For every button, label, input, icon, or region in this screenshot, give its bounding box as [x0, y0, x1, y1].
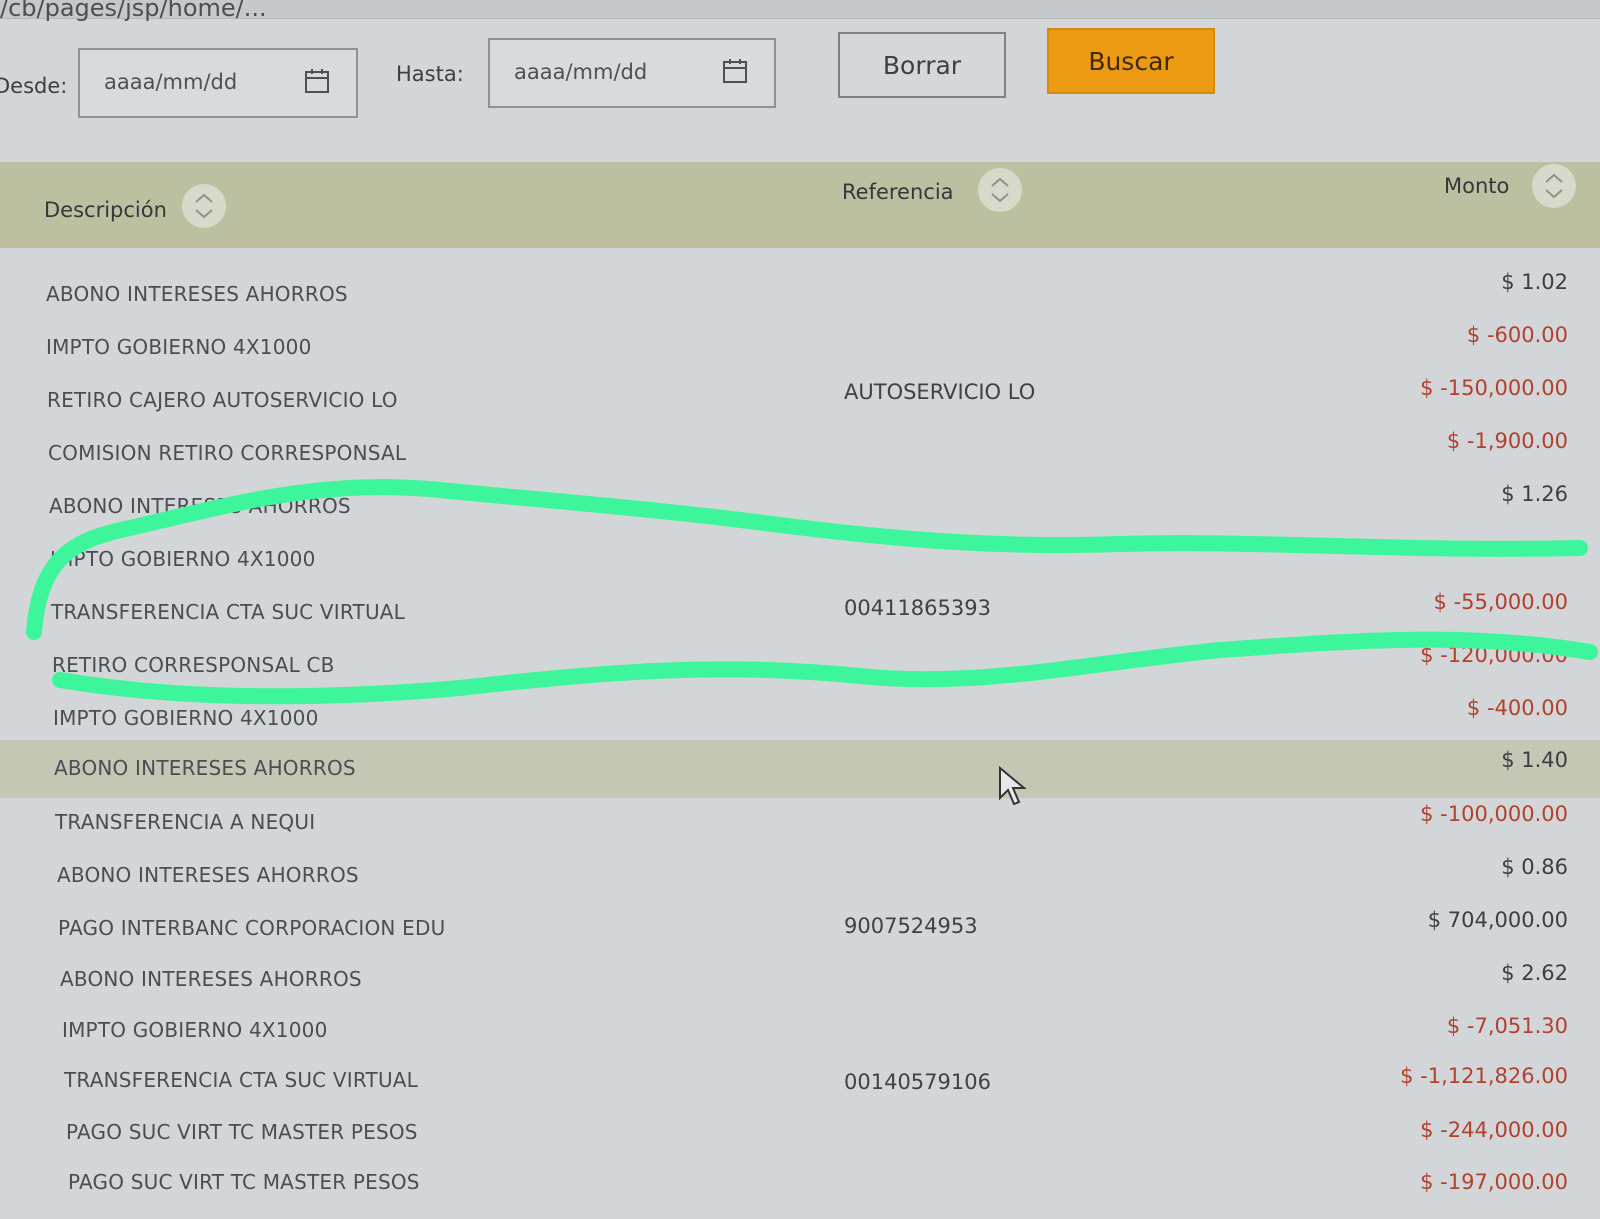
row-monto: $ -197,000.00	[1420, 1170, 1568, 1194]
row-descripcion: ABONO INTERESES AHORROS	[49, 494, 351, 518]
table-row[interactable]: ABONO INTERESES AHORROS $ 1.26	[0, 482, 1600, 535]
row-referencia: 00411865393	[844, 596, 991, 620]
header-descripcion[interactable]: Descripción	[44, 198, 167, 222]
hasta-label: Hasta:	[396, 62, 464, 86]
row-descripcion: IMPTO GOBIERNO 4X1000	[53, 706, 319, 730]
sort-icon[interactable]	[1532, 164, 1576, 208]
row-monto: $ -1,900.00	[1446, 429, 1568, 453]
row-monto: $ -244,000.00	[1420, 1118, 1568, 1142]
row-descripcion: RETIRO CORRESPONSAL CB	[52, 653, 335, 677]
row-descripcion: RETIRO CAJERO AUTOSERVICIO LO	[47, 388, 398, 412]
row-descripcion: ABONO INTERESES AHORROS	[60, 967, 362, 991]
row-monto: $ -7,051.30	[1446, 1014, 1568, 1038]
desde-placeholder: aaaa/mm/dd	[104, 70, 238, 94]
row-monto: $ 2.62	[1501, 961, 1568, 985]
table-row[interactable]: RETIRO CORRESPONSAL CB $ -120,000.00	[0, 641, 1600, 694]
hasta-placeholder: aaaa/mm/dd	[514, 60, 648, 84]
row-monto: $ -600.00	[1466, 323, 1568, 347]
table-row[interactable]: IMPTO GOBIERNO 4X1000 $ -600.00	[0, 323, 1600, 376]
row-descripcion: TRANSFERENCIA CTA SUC VIRTUAL	[51, 600, 406, 624]
table-row[interactable]: TRANSFERENCIA CTA SUC VIRTUAL 0041186539…	[0, 588, 1600, 641]
row-monto: $ 0.86	[1501, 855, 1568, 879]
table-row[interactable]: TRANSFERENCIA CTA SUC VIRTUAL 0014057910…	[0, 1064, 1600, 1117]
table-row[interactable]: COMISION RETIRO CORRESPONSAL $ -1,900.00	[0, 429, 1600, 482]
row-descripcion: PAGO SUC VIRT TC MASTER PESOS	[68, 1170, 420, 1194]
table-row[interactable]: ABONO INTERESES AHORROS $ 0.86	[0, 853, 1600, 906]
buscar-button[interactable]: Buscar	[1047, 28, 1215, 94]
row-monto: $ -55,000.00	[1433, 590, 1569, 614]
row-monto: $ 1.02	[1501, 270, 1568, 294]
table-row[interactable]: PAGO INTERBANC CORPORACION EDU 900752495…	[0, 906, 1600, 959]
row-monto: $ 1.40	[1501, 748, 1568, 772]
borrar-button[interactable]: Borrar	[838, 32, 1006, 98]
row-descripcion: TRANSFERENCIA CTA SUC VIRTUAL	[64, 1068, 419, 1092]
row-descripcion: TRANSFERENCIA A NEQUI	[55, 810, 316, 834]
calendar-icon[interactable]	[304, 68, 330, 94]
row-monto: $ -150,000.00	[1420, 376, 1568, 400]
header-monto[interactable]: Monto	[1444, 174, 1509, 198]
table-row[interactable]: IMPTO GOBIERNO 4X1000	[0, 535, 1600, 588]
header-referencia[interactable]: Referencia	[842, 180, 954, 204]
sort-icon[interactable]	[182, 184, 226, 228]
row-referencia: 00140579106	[844, 1070, 991, 1094]
row-descripcion: ABONO INTERESES AHORROS	[46, 282, 348, 306]
row-descripcion: ABONO INTERESES AHORROS	[57, 863, 359, 887]
calendar-icon[interactable]	[722, 58, 748, 84]
table-header: Descripción Referencia Monto	[0, 162, 1600, 248]
row-monto: $ 1.26	[1501, 482, 1568, 506]
row-monto: $ 704,000.00	[1427, 908, 1568, 932]
row-monto: $ -400.00	[1466, 696, 1568, 720]
hasta-date-input[interactable]: aaaa/mm/dd	[488, 38, 776, 108]
row-referencia: AUTOSERVICIO LO	[844, 380, 1036, 404]
row-descripcion: IMPTO GOBIERNO 4X1000	[62, 1018, 328, 1042]
desde-label: Desde:	[0, 74, 68, 98]
table-row[interactable]: ABONO INTERESES AHORROS $ 2.62	[0, 959, 1600, 1012]
table-row[interactable]: ABONO INTERESES AHORROS $ 1.40	[0, 740, 1600, 798]
address-bar[interactable]: /cb/pages/jsp/home/...	[0, 0, 1600, 22]
row-descripcion: PAGO INTERBANC CORPORACION EDU	[58, 916, 446, 940]
table-row[interactable]: ABONO INTERESES AHORROS $ 1.02	[0, 270, 1600, 323]
row-monto: $ -1,121,826.00	[1400, 1064, 1568, 1088]
date-filter-bar: Desde: aaaa/mm/dd Hasta: aaaa/mm/dd Borr…	[0, 18, 1600, 148]
table-row[interactable]: PAGO SUC VIRT TC MASTER PESOS $ -244,000…	[0, 1116, 1600, 1169]
table-row[interactable]: PAGO SUC VIRT TC MASTER PESOS $ -197,000…	[0, 1166, 1600, 1219]
row-referencia: 9007524953	[844, 914, 978, 938]
row-monto: $ -100,000.00	[1420, 802, 1568, 826]
row-descripcion: PAGO SUC VIRT TC MASTER PESOS	[66, 1120, 418, 1144]
row-monto: $ -120,000.00	[1420, 643, 1568, 667]
sort-icon[interactable]	[978, 168, 1022, 212]
table-row[interactable]: IMPTO GOBIERNO 4X1000 $ -7,051.30	[0, 1012, 1600, 1065]
row-descripcion: IMPTO GOBIERNO 4X1000	[46, 335, 312, 359]
transactions-table-body: ABONO INTERESES AHORROS $ 1.02 IMPTO GOB…	[0, 248, 1600, 1200]
table-row[interactable]: TRANSFERENCIA A NEQUI $ -100,000.00	[0, 800, 1600, 853]
row-descripcion: COMISION RETIRO CORRESPONSAL	[48, 441, 407, 465]
table-row[interactable]: RETIRO CAJERO AUTOSERVICIO LO AUTOSERVIC…	[0, 376, 1600, 429]
desde-date-input[interactable]: aaaa/mm/dd	[78, 48, 358, 118]
row-descripcion: IMPTO GOBIERNO 4X1000	[50, 547, 316, 571]
row-descripcion: ABONO INTERESES AHORROS	[54, 756, 356, 780]
mouse-cursor-icon	[999, 766, 1027, 806]
